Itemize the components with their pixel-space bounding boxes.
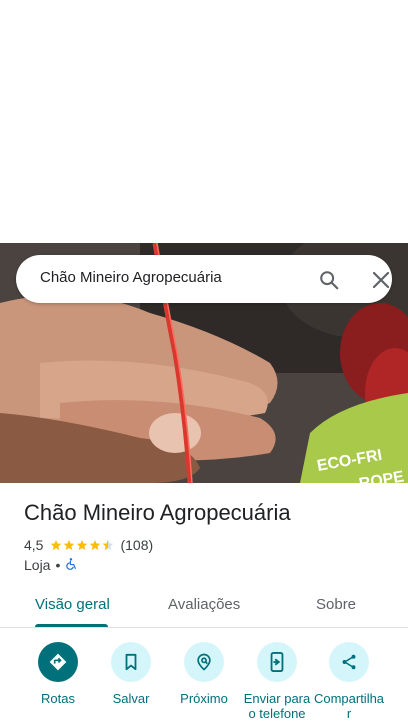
share-label: Compartilhar xyxy=(313,691,385,721)
share-icon xyxy=(329,642,369,682)
star-icon xyxy=(51,540,62,550)
send-to-phone-icon xyxy=(257,642,297,682)
star-icon xyxy=(77,540,88,550)
place-category: Loja xyxy=(24,557,51,573)
send-to-phone-button[interactable]: Enviar para o telefone xyxy=(237,642,317,721)
review-count[interactable]: (108) xyxy=(120,537,153,553)
active-tab-indicator xyxy=(35,624,108,627)
rating-value: 4,5 xyxy=(24,537,44,553)
tab-overview[interactable]: Visão geral xyxy=(35,596,110,613)
share-button[interactable]: Compartilhar xyxy=(309,642,389,721)
bookmark-icon xyxy=(111,642,151,682)
nearby-icon xyxy=(184,642,224,682)
directions-button[interactable]: Rotas xyxy=(18,642,98,706)
search-icon[interactable] xyxy=(316,267,342,293)
close-icon[interactable] xyxy=(368,267,394,293)
nearby-button[interactable]: Próximo xyxy=(164,642,244,706)
save-button[interactable]: Salvar xyxy=(91,642,171,706)
star-rating xyxy=(50,539,115,551)
place-tabs: Visão geral Avaliações Sobre xyxy=(0,586,408,628)
map-blank-area xyxy=(0,0,408,243)
send-to-phone-label: Enviar para o telefone xyxy=(243,691,311,721)
category-row: Loja • xyxy=(24,556,78,574)
place-title: Chão Mineiro Agropecuária xyxy=(24,500,291,525)
separator-dot: • xyxy=(55,557,61,573)
action-buttons: Rotas Salvar Próximo Enviar para o telef… xyxy=(0,640,408,726)
star-icon xyxy=(90,540,101,550)
save-label: Salvar xyxy=(112,691,150,706)
search-bar[interactable]: Chão Mineiro Agropecuária xyxy=(16,255,392,303)
wheelchair-icon xyxy=(65,557,78,574)
directions-label: Rotas xyxy=(41,691,75,706)
half-star-icon xyxy=(103,540,114,550)
rating-row[interactable]: 4,5 (108) xyxy=(24,536,153,554)
star-icon xyxy=(64,540,75,550)
tab-about[interactable]: Sobre xyxy=(316,596,356,613)
nearby-label: Próximo xyxy=(180,691,228,706)
search-input[interactable]: Chão Mineiro Agropecuária xyxy=(40,269,222,286)
tab-reviews[interactable]: Avaliações xyxy=(168,596,240,613)
directions-icon xyxy=(38,642,78,682)
